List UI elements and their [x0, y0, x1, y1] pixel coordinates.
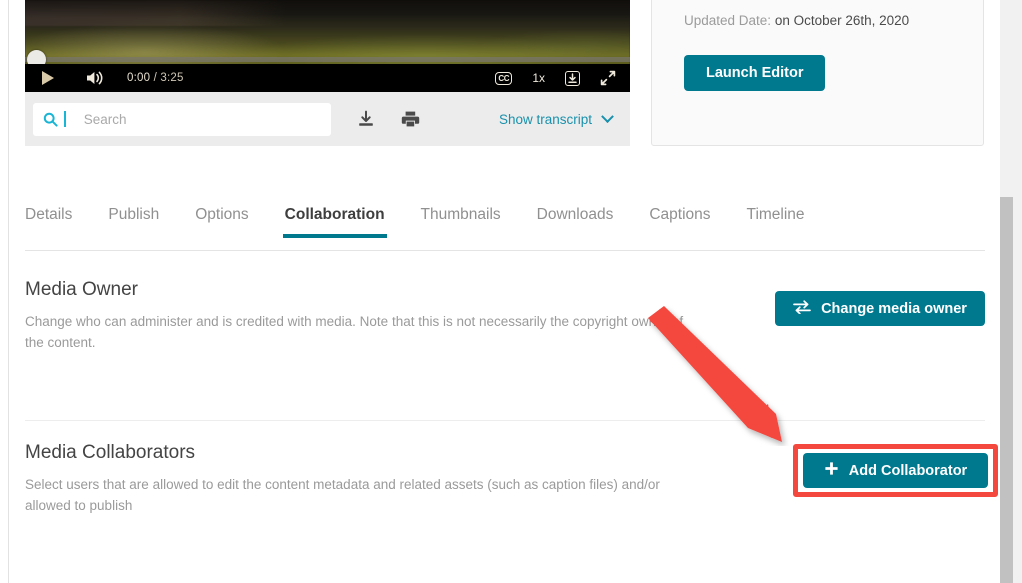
plus-icon	[824, 461, 839, 480]
page-left-edge	[0, 0, 9, 583]
page-scrollbar-thumb[interactable]	[1000, 197, 1013, 583]
transcript-search-box[interactable]	[33, 102, 331, 136]
add-collaborator-button[interactable]: Add Collaborator	[803, 453, 988, 488]
total-time: / 3:25	[153, 72, 184, 84]
player-download-icon[interactable]	[565, 70, 580, 86]
seek-bar[interactable]	[25, 50, 630, 69]
add-collaborator-label: Add Collaborator	[848, 462, 968, 479]
video-viewport[interactable]: 0:00 / 3:25 CC 1x	[25, 0, 630, 92]
video-gradient-overlay	[25, 0, 630, 18]
time-display: 0:00 / 3:25	[127, 72, 184, 84]
app-root: 0:00 / 3:25 CC 1x Search Show transcript…	[0, 0, 1022, 583]
search-icon	[43, 112, 58, 127]
tab-timeline[interactable]: Timeline	[747, 206, 805, 238]
media-owner-description: Change who can administer and is credite…	[25, 314, 684, 350]
current-time: 0:00	[127, 72, 151, 84]
show-transcript-label: Show transcript	[498, 111, 592, 127]
transcript-download-icon[interactable]	[357, 110, 375, 128]
transcript-toolbar: Show transcript	[25, 92, 630, 146]
media-owner-title: Media Owner	[25, 279, 138, 300]
updated-date-label: Updated Date:	[684, 13, 772, 28]
play-triangle-icon	[42, 71, 54, 85]
tab-captions[interactable]: Captions	[649, 206, 710, 238]
tab-publish[interactable]: Publish	[108, 206, 159, 238]
chevron-down-icon	[601, 109, 614, 123]
media-collaborators-title: Media Collaborators	[25, 442, 196, 463]
fullscreen-icon[interactable]	[600, 70, 616, 86]
seek-track[interactable]	[25, 57, 630, 62]
search-caret-divider	[64, 111, 66, 127]
player-controls: 0:00 / 3:25 CC 1x	[25, 64, 630, 92]
tab-options[interactable]: Options	[195, 206, 248, 238]
change-media-owner-label: Change media owner	[821, 300, 967, 317]
tab-collaboration[interactable]: Collaboration	[282, 206, 387, 238]
change-media-owner-button[interactable]: Change media owner	[775, 291, 985, 326]
launch-editor-button[interactable]: Launch Editor	[684, 55, 826, 91]
media-info-card: Updated Date: on October 26th, 2020 Laun…	[651, 0, 984, 146]
show-transcript-toggle[interactable]: Show transcript	[498, 109, 614, 127]
player-right-controls: CC 1x	[495, 70, 616, 86]
updated-date-line: Updated Date: on October 26th, 2020	[684, 13, 909, 28]
swap-arrows-icon	[793, 299, 811, 318]
tab-details[interactable]: Details	[25, 206, 72, 238]
section-divider	[25, 420, 985, 421]
tab-thumbnails[interactable]: Thumbnails	[421, 206, 501, 238]
section-tabs: Details Publish Options Collaboration Th…	[25, 206, 985, 251]
search-input[interactable]	[83, 111, 321, 127]
transcript-print-icon[interactable]	[401, 110, 420, 128]
playback-speed-button[interactable]: 1x	[532, 71, 545, 85]
closed-captions-icon[interactable]: CC	[495, 71, 513, 85]
play-icon[interactable]	[39, 69, 57, 87]
tabs-underline-rule	[25, 250, 985, 251]
page-scrollbar-track[interactable]	[1000, 0, 1022, 583]
volume-icon[interactable]	[85, 69, 105, 87]
media-collaborators-description: Select users that are allowed to edit th…	[25, 477, 660, 513]
updated-date-value: on October 26th, 2020	[774, 13, 910, 28]
tab-downloads[interactable]: Downloads	[537, 206, 614, 238]
